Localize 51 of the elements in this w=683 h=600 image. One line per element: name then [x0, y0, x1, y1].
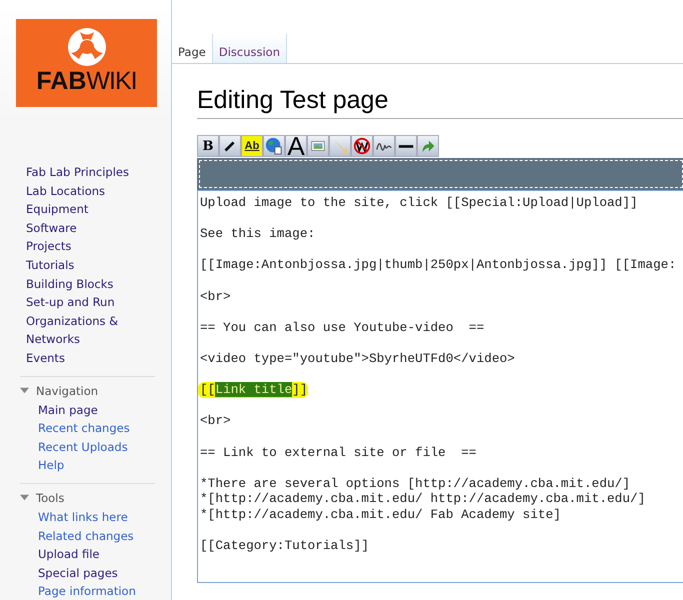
logo-text: FAB — [36, 67, 86, 95]
text-editor[interactable] — [197, 190, 683, 583]
sidebar-link[interactable]: Main page — [20, 400, 155, 420]
code-line: See this image: — [200, 226, 316, 242]
sidebar-link[interactable]: Tutorials — [26, 256, 171, 275]
sidebar-link[interactable]: Fab Lab Principles — [26, 163, 171, 182]
sidebar-link[interactable]: Events — [26, 348, 171, 368]
sidebar-link[interactable]: Recent changes — [20, 419, 155, 438]
triangle-icon[interactable] — [20, 386, 29, 396]
triangle-icon[interactable] — [20, 493, 29, 502]
tab[interactable]: Discussion — [212, 34, 287, 63]
sidebar-link[interactable]: Equipment — [26, 200, 171, 219]
sidebar-link[interactable]: Organizations & Networks — [26, 312, 171, 349]
logo-icon — [66, 27, 106, 67]
code-line: *[http://academy.cba.mit.edu/ Fab Academy site] — [200, 506, 561, 522]
bold-button[interactable]: B — [197, 135, 219, 157]
code-line: *There are several options [http://academy.cba.mit.edu/] — [200, 476, 630, 492]
sidebar-link[interactable]: Upload file — [20, 545, 155, 564]
code-line: [[Image:Antonbjossa.jpg|thumb|250px|Antonbjossa.jpg]] [[Image: — [200, 257, 676, 273]
code-line: == Link to external site or file == — [200, 444, 476, 460]
code-line: *[http://academy.cba.mit.edu/ http://academy.cba.mit.edu/] — [200, 491, 646, 507]
code-line: [[Category:Tutorials]] — [200, 538, 369, 554]
sidebar-link[interactable]: Building Blocks — [26, 274, 171, 294]
image-icon[interactable] — [307, 135, 329, 157]
sidebar-link[interactable]: Lab Locations — [26, 182, 171, 200]
sidebar-link[interactable]: Page information — [20, 582, 155, 600]
code-line: [[Link title]] — [198, 382, 308, 398]
code-line: Upload image to the site, click [[Special:Upload|Upload]] — [200, 195, 638, 211]
sidebar-link[interactable]: Special pages — [20, 564, 155, 582]
underline-button[interactable]: Ab — [241, 135, 263, 157]
big-button[interactable]: A — [285, 135, 307, 157]
code-line: <br> — [200, 413, 231, 429]
logo[interactable]: FABWIKI — [16, 19, 157, 107]
section-heading[interactable]: Navigation — [36, 382, 98, 400]
logo-text: WIKI — [86, 67, 137, 95]
signature-icon[interactable] — [373, 135, 395, 157]
sidebar-link[interactable]: Set-up and Run — [26, 293, 171, 312]
sidebar-link[interactable]: What links here — [20, 508, 155, 526]
nowiki-icon[interactable] — [351, 135, 373, 157]
section-heading[interactable]: Tools — [36, 488, 64, 507]
code-line: <br> — [200, 288, 231, 304]
code-line: == You can also use Youtube-video == — [200, 320, 484, 336]
sidebar-link[interactable]: Software — [26, 218, 171, 238]
sidebar-link[interactable]: Help — [20, 456, 155, 475]
sidebar-link[interactable]: Recent Uploads — [20, 438, 155, 456]
sidebar-link[interactable]: Related changes — [20, 526, 155, 546]
sidebar-link[interactable]: Projects — [26, 237, 171, 256]
code-line: <video type="youtube">SbyrheUTFd0</video> — [200, 350, 515, 367]
italic-icon[interactable] — [219, 135, 241, 157]
globe-icon[interactable] — [263, 135, 285, 157]
page-title: Editing Test page — [197, 86, 683, 119]
